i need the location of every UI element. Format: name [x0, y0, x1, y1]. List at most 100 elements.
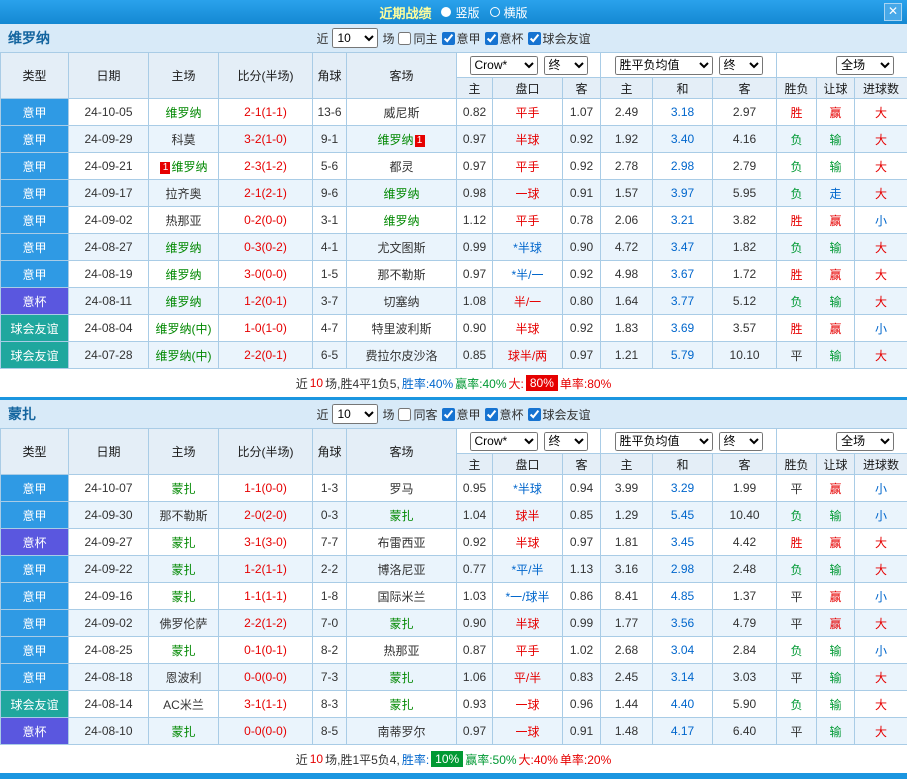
away-water: 0.94	[563, 475, 601, 502]
league-checkbox-friendly[interactable]: 球会友谊	[528, 30, 591, 47]
home-team: 维罗纳(中)	[149, 315, 219, 342]
avg-final-select[interactable]: 终	[719, 432, 763, 451]
same-venue-checkbox[interactable]: 同客	[398, 406, 437, 423]
corners: 4-1	[313, 234, 347, 261]
away-water: 0.92	[563, 153, 601, 180]
avg-draw-odds: 3.45	[653, 529, 713, 556]
recent-count-select[interactable]: 10	[332, 28, 378, 48]
section-header-strip: 维罗纳 近 10 场 同主 意甲 意杯 球会友谊	[0, 24, 907, 52]
corners: 7-0	[313, 610, 347, 637]
home-team: 维罗纳	[149, 99, 219, 126]
away-team: 维罗纳1	[347, 126, 457, 153]
league-checkbox-seriea[interactable]: 意甲	[442, 30, 481, 47]
match-row: 意甲24-09-02热那亚0-2(0-0)3-1维罗纳1.12平手0.782.0…	[1, 207, 907, 234]
layout-radio-vertical[interactable]: 竖版	[441, 4, 479, 21]
league-checkbox-cup[interactable]: 意杯	[485, 406, 524, 423]
handicap: 平手	[493, 153, 563, 180]
team-name: 维罗纳	[8, 28, 50, 48]
seriea-box[interactable]	[442, 408, 455, 421]
corners: 13-6	[313, 99, 347, 126]
bookmaker-select[interactable]: Crow*	[470, 432, 538, 451]
match-type: 球会友谊	[1, 342, 69, 369]
summary-segment: 大:40%	[519, 751, 558, 768]
league-checkbox-friendly[interactable]: 球会友谊	[528, 406, 591, 423]
col-header-type: 类型	[1, 53, 69, 99]
score: 2-2(0-1)	[219, 342, 313, 369]
handicap-result: 输	[817, 126, 855, 153]
match-date: 24-09-02	[69, 207, 149, 234]
away-water: 0.91	[563, 180, 601, 207]
avg-draw-odds: 5.79	[653, 342, 713, 369]
cup-box[interactable]	[485, 32, 498, 45]
near-label: 近	[316, 406, 328, 423]
home-team: 恩波利	[149, 664, 219, 691]
fulltime-select[interactable]: 全场	[836, 56, 894, 75]
goals-size: 大	[855, 718, 907, 745]
summary-segment: 单率:20%	[560, 751, 611, 768]
avg-home-odds: 1.57	[601, 180, 653, 207]
match-row: 球会友谊24-08-14AC米兰3-1(1-1)8-3蒙扎0.93一球0.961…	[1, 691, 907, 718]
corners: 1-3	[313, 475, 347, 502]
layout-radio-horizontal[interactable]: 横版	[490, 4, 528, 21]
col-header-score: 比分(半场)	[219, 429, 313, 475]
handicap-result: 输	[817, 234, 855, 261]
away-water: 0.92	[563, 315, 601, 342]
team-section-monza: 蒙扎 近 10 场 同客 意甲 意杯 球会友谊 类型 日期 主场 比分(半场) …	[0, 400, 907, 773]
away-team: 都灵	[347, 153, 457, 180]
match-date: 24-08-27	[69, 234, 149, 261]
home-water: 0.82	[457, 99, 493, 126]
result: 胜	[777, 529, 817, 556]
score: 2-1(1-1)	[219, 99, 313, 126]
red-card-badge: 1	[415, 135, 425, 147]
corners: 9-6	[313, 180, 347, 207]
goals-size: 小	[855, 637, 907, 664]
match-date: 24-10-05	[69, 99, 149, 126]
away-water: 0.92	[563, 126, 601, 153]
fulltime-group: 全场	[777, 53, 907, 78]
handicap: *平/半	[493, 556, 563, 583]
home-team: 热那亚	[149, 207, 219, 234]
seriea-box[interactable]	[442, 32, 455, 45]
avg-draw-odds: 4.40	[653, 691, 713, 718]
avg-final-select[interactable]: 终	[719, 56, 763, 75]
friendly-box[interactable]	[528, 32, 541, 45]
avg-home-odds: 3.99	[601, 475, 653, 502]
match-date: 24-09-27	[69, 529, 149, 556]
away-team: 罗马	[347, 475, 457, 502]
home-water: 0.97	[457, 718, 493, 745]
same-venue-box[interactable]	[398, 408, 411, 421]
cup-box[interactable]	[485, 408, 498, 421]
avg-home-odds: 1.81	[601, 529, 653, 556]
handicap: *半球	[493, 234, 563, 261]
handicap: 平/半	[493, 664, 563, 691]
match-type: 意甲	[1, 126, 69, 153]
home-team: 蒙扎	[149, 556, 219, 583]
home-water: 1.12	[457, 207, 493, 234]
match-type: 意甲	[1, 261, 69, 288]
match-date: 24-09-29	[69, 126, 149, 153]
friendly-box[interactable]	[528, 408, 541, 421]
handicap-result: 输	[817, 556, 855, 583]
same-venue-checkbox[interactable]: 同主	[398, 30, 437, 47]
section-header-strip: 蒙扎 近 10 场 同客 意甲 意杯 球会友谊	[0, 400, 907, 428]
avg-odds-select[interactable]: 胜平负均值	[615, 56, 713, 75]
radio-selected-icon	[441, 7, 451, 17]
final-odds-select[interactable]: 终	[544, 432, 588, 451]
avg-draw-odds: 3.29	[653, 475, 713, 502]
league-checkbox-seriea[interactable]: 意甲	[442, 406, 481, 423]
close-icon[interactable]: ✕	[884, 3, 902, 21]
col-header-avg-away: 客	[713, 454, 777, 475]
away-water: 0.96	[563, 691, 601, 718]
match-type: 意甲	[1, 207, 69, 234]
away-team: 那不勒斯	[347, 261, 457, 288]
avg-away-odds: 3.57	[713, 315, 777, 342]
recent-count-select[interactable]: 10	[332, 404, 378, 424]
fulltime-select[interactable]: 全场	[836, 432, 894, 451]
same-venue-box[interactable]	[398, 32, 411, 45]
handicap-result: 赢	[817, 261, 855, 288]
final-odds-select[interactable]: 终	[544, 56, 588, 75]
handicap: *半球	[493, 475, 563, 502]
league-checkbox-cup[interactable]: 意杯	[485, 30, 524, 47]
bookmaker-select[interactable]: Crow*	[470, 56, 538, 75]
avg-odds-select[interactable]: 胜平负均值	[615, 432, 713, 451]
